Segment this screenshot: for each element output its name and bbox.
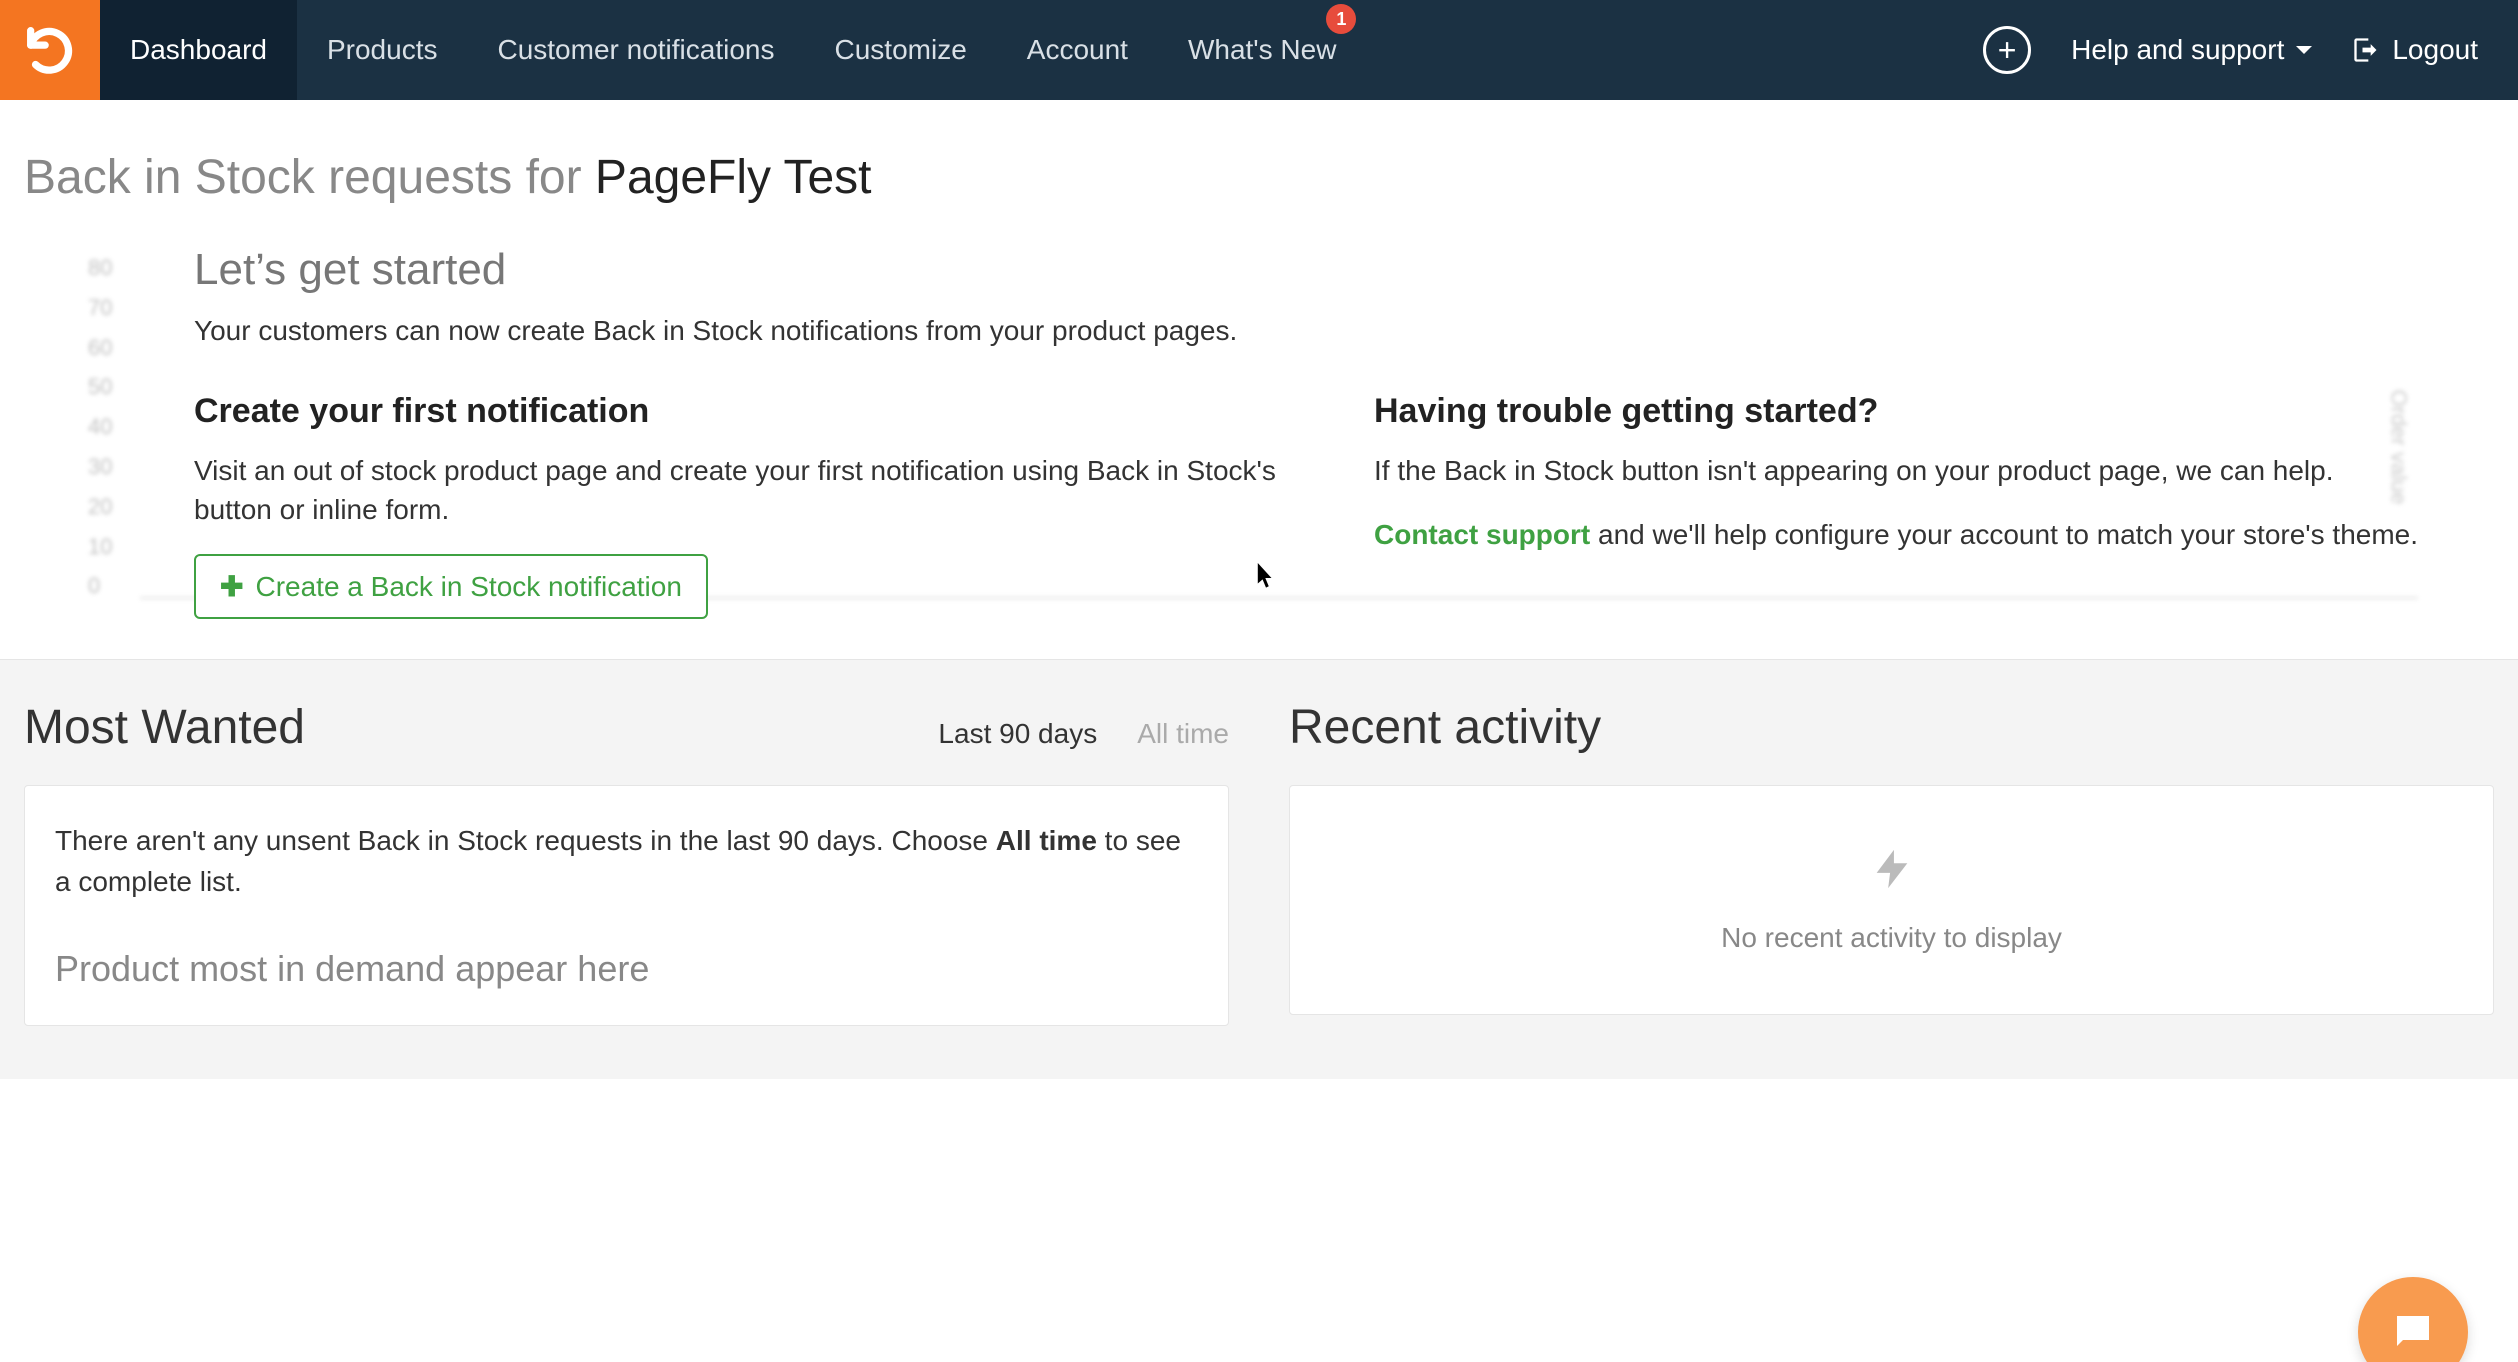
recent-activity-card: No recent activity to display xyxy=(1289,785,2494,1015)
create-notification-button[interactable]: ✚ Create a Back in Stock notification xyxy=(194,554,708,619)
lower-section: Most Wanted Last 90 days All time There … xyxy=(0,659,2518,1079)
col-trouble: Having trouble getting started? If the B… xyxy=(1374,392,2494,619)
logout-icon xyxy=(2352,36,2380,64)
two-column: Create your first notification Visit an … xyxy=(194,392,2494,619)
nav-dashboard[interactable]: Dashboard xyxy=(100,0,297,100)
col-create-notification: Create your first notification Visit an … xyxy=(194,392,1314,619)
create-notification-heading: Create your first notification xyxy=(194,392,1314,431)
empty-prefix: There aren't any unsent Back in Stock re… xyxy=(55,825,996,856)
contact-support-line: Contact support and we'll help configure… xyxy=(1374,515,2494,554)
get-started-subtitle: Your customers can now create Back in St… xyxy=(194,315,2494,347)
tab-all-time[interactable]: All time xyxy=(1137,718,1229,750)
trouble-heading: Having trouble getting started? xyxy=(1374,392,2494,431)
most-wanted-empty-text: There aren't any unsent Back in Stock re… xyxy=(55,821,1198,902)
contact-support-link[interactable]: Contact support xyxy=(1374,519,1590,550)
nav-customer-notifications[interactable]: Customer notifications xyxy=(467,0,804,100)
back-in-stock-logo-icon xyxy=(21,21,79,79)
help-support-label: Help and support xyxy=(2071,34,2284,66)
empty-strong: All time xyxy=(996,825,1097,856)
hero-content: Let’s get started Your customers can now… xyxy=(24,235,2494,619)
recent-activity-header: Recent activity xyxy=(1289,700,2494,755)
page-title: Back in Stock requests for PageFly Test xyxy=(0,100,2518,235)
most-wanted-header: Most Wanted Last 90 days All time xyxy=(24,700,1229,755)
no-activity-text: No recent activity to display xyxy=(1721,922,2062,954)
nav-products[interactable]: Products xyxy=(297,0,468,100)
most-wanted-tabs: Last 90 days All time xyxy=(938,718,1229,750)
tab-last-90-days[interactable]: Last 90 days xyxy=(938,718,1097,750)
whats-new-badge: 1 xyxy=(1326,4,1356,34)
contact-support-rest: and we'll help configure your account to… xyxy=(1590,519,2418,550)
logout-label: Logout xyxy=(2392,34,2478,66)
nav-whats-new-label: What's New xyxy=(1188,34,1337,66)
add-button[interactable]: + xyxy=(1983,26,2031,74)
brand-logo[interactable] xyxy=(0,0,100,100)
nav-account[interactable]: Account xyxy=(997,0,1158,100)
recent-activity-panel: Recent activity No recent activity to di… xyxy=(1289,700,2494,1079)
bolt-icon xyxy=(1869,846,1915,892)
nav-customize-label: Customize xyxy=(835,34,967,66)
caret-down-icon xyxy=(2296,46,2312,54)
nav-right: + Help and support Logout xyxy=(1983,0,2518,100)
nav-customize[interactable]: Customize xyxy=(805,0,997,100)
page-title-store: PageFly Test xyxy=(595,151,872,204)
top-navbar: Dashboard Products Customer notification… xyxy=(0,0,2518,100)
logout-link[interactable]: Logout xyxy=(2352,34,2478,66)
trouble-body: If the Back in Stock button isn't appear… xyxy=(1374,451,2494,490)
page-title-prefix: Back in Stock requests for xyxy=(24,151,595,204)
most-wanted-panel: Most Wanted Last 90 days All time There … xyxy=(24,700,1229,1079)
get-started-title: Let’s get started xyxy=(194,245,2494,295)
create-notification-body: Visit an out of stock product page and c… xyxy=(194,451,1314,529)
plus-icon: ✚ xyxy=(220,570,243,603)
nav-items: Dashboard Products Customer notification… xyxy=(100,0,1366,100)
demand-title: Product most in demand appear here xyxy=(55,948,1198,990)
nav-products-label: Products xyxy=(327,34,438,66)
help-support-dropdown[interactable]: Help and support xyxy=(2071,34,2312,66)
nav-account-label: Account xyxy=(1027,34,1128,66)
plus-icon: + xyxy=(1998,32,2017,69)
create-notification-button-label: Create a Back in Stock notification xyxy=(255,571,681,603)
nav-dashboard-label: Dashboard xyxy=(130,34,267,66)
recent-activity-title: Recent activity xyxy=(1289,700,1601,755)
nav-customer-notifications-label: Customer notifications xyxy=(497,34,774,66)
most-wanted-card: There aren't any unsent Back in Stock re… xyxy=(24,785,1229,1025)
chat-fab[interactable] xyxy=(2358,1277,2468,1362)
most-wanted-title: Most Wanted xyxy=(24,700,305,755)
chat-icon xyxy=(2389,1308,2437,1356)
nav-whats-new[interactable]: What's New 1 xyxy=(1158,0,1367,100)
hero-section: 80 70 60 50 40 30 20 10 0 Order value Le… xyxy=(0,235,2518,659)
